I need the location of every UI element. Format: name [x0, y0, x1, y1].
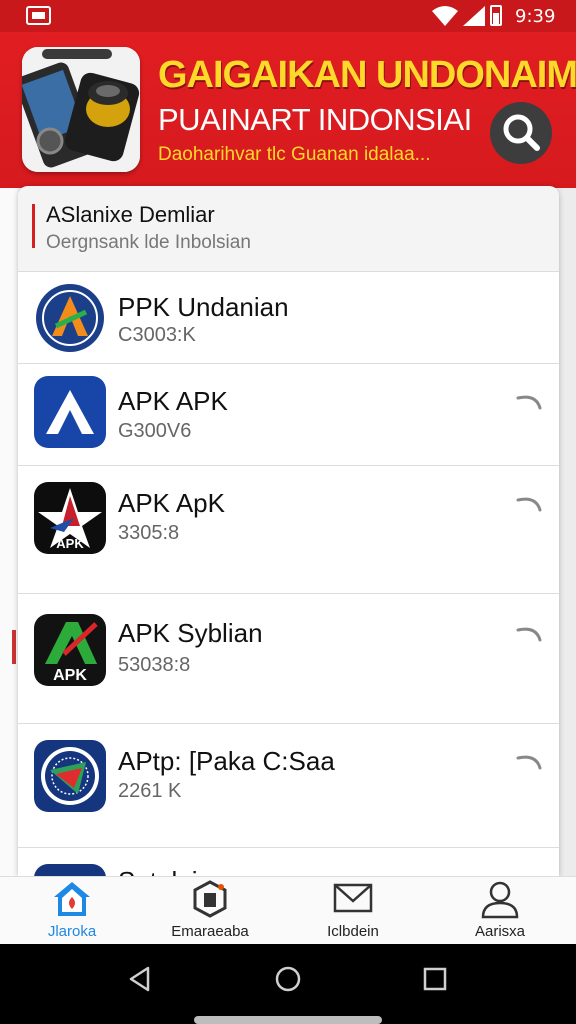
home-circle-icon[interactable]: [275, 966, 301, 992]
loading-spinner-icon: [516, 395, 542, 410]
system-navigation-bar: [0, 944, 576, 1024]
status-bar: 9:39: [0, 0, 576, 32]
nav-label: Emaraeaba: [171, 923, 249, 940]
app-name: PPK Undanian: [118, 292, 289, 322]
green-apk-app-icon: APK: [34, 614, 106, 686]
list-item[interactable]: APtp: [Paka C:Saa 2261 K: [18, 724, 559, 848]
mail-icon: [333, 883, 373, 913]
nav-item-profile[interactable]: Aarisxa: [440, 877, 560, 945]
header-title: GAIGAIKAN UNDONAIM: [158, 54, 576, 96]
app-name: APK ApK: [118, 488, 225, 518]
app-name: Sotuluiu: [118, 866, 212, 876]
globe-a-app-icon: [34, 282, 106, 354]
nav-item-package[interactable]: Emaraeaba: [150, 877, 270, 945]
app-size: C3003:K: [118, 324, 196, 346]
app-header: GAIGAIKAN UNDONAIM PUAINART INDONSIAI Da…: [0, 32, 576, 188]
list-item[interactable]: APK APK G300V6: [18, 364, 559, 466]
section-accent-bar: [32, 204, 35, 248]
loading-spinner-icon: [516, 627, 542, 642]
header-subtitle: PUAINART INDONSIAI: [158, 102, 472, 137]
search-button[interactable]: [490, 102, 552, 164]
emblem-app-icon: [34, 740, 106, 812]
phone-speaker-logo-icon: [22, 47, 140, 172]
app-size: 53038:8: [118, 654, 191, 676]
partial-app-icon: [34, 864, 106, 876]
star-apk-app-icon: APK: [34, 482, 106, 554]
nav-label: Jlaroka: [47, 923, 97, 940]
nav-item-home[interactable]: Jlaroka: [12, 877, 132, 945]
profile-icon: [481, 881, 519, 919]
svg-text:APK: APK: [56, 536, 84, 551]
blue-a-app-icon: [34, 376, 106, 448]
background-strip: [0, 188, 18, 878]
app-list-card: ASlanixe Demliar Oergnsank lde Inbolsian…: [18, 186, 559, 876]
status-time: 9:39: [515, 6, 556, 27]
app-size: G300V6: [118, 420, 192, 442]
package-icon: [193, 880, 227, 918]
app-size: 3305:8: [118, 522, 180, 544]
battery-icon: [490, 5, 502, 26]
search-icon: [503, 114, 540, 151]
recents-icon[interactable]: [423, 967, 447, 991]
section-title: ASlanixe Demliar: [46, 202, 215, 227]
app-name: APK APK: [118, 386, 228, 416]
back-icon[interactable]: [128, 966, 152, 992]
section-header: ASlanixe Demliar Oergnsank lde Inbolsian: [18, 186, 559, 272]
background-marker: [12, 630, 16, 664]
list-item[interactable]: Sotuluiu: [18, 848, 559, 876]
nav-label: Aarisxa: [474, 923, 526, 940]
list-item[interactable]: APK APK Syblian 53038:8: [18, 594, 559, 724]
nav-item-mail[interactable]: Iclbdein: [293, 877, 413, 945]
home-icon: [54, 882, 90, 916]
list-item[interactable]: APK APK ApK 3305:8: [18, 466, 559, 594]
nav-label: Iclbdein: [327, 923, 379, 940]
gesture-handle[interactable]: [194, 1016, 382, 1024]
loading-spinner-icon: [516, 497, 542, 512]
app-size: 2261 K: [118, 780, 182, 802]
loading-spinner-icon: [516, 755, 542, 770]
app-name: APK Syblian: [118, 618, 263, 648]
section-subtitle: Oergnsank lde Inbolsian: [46, 232, 251, 253]
signal-icon: [463, 6, 485, 26]
app-name: APtp: [Paka C:Saa: [118, 746, 335, 776]
svg-text:APK: APK: [53, 667, 87, 684]
bottom-navigation: Jlaroka Emaraeaba Iclbdein Aarisxa: [0, 876, 576, 944]
list-item[interactable]: PPK Undanian C3003:K: [18, 272, 559, 364]
header-tagline: Daoharihvar tlc Guanan idalaa...: [158, 144, 431, 165]
gallery-icon: [26, 6, 51, 25]
wifi-icon: [432, 6, 458, 26]
